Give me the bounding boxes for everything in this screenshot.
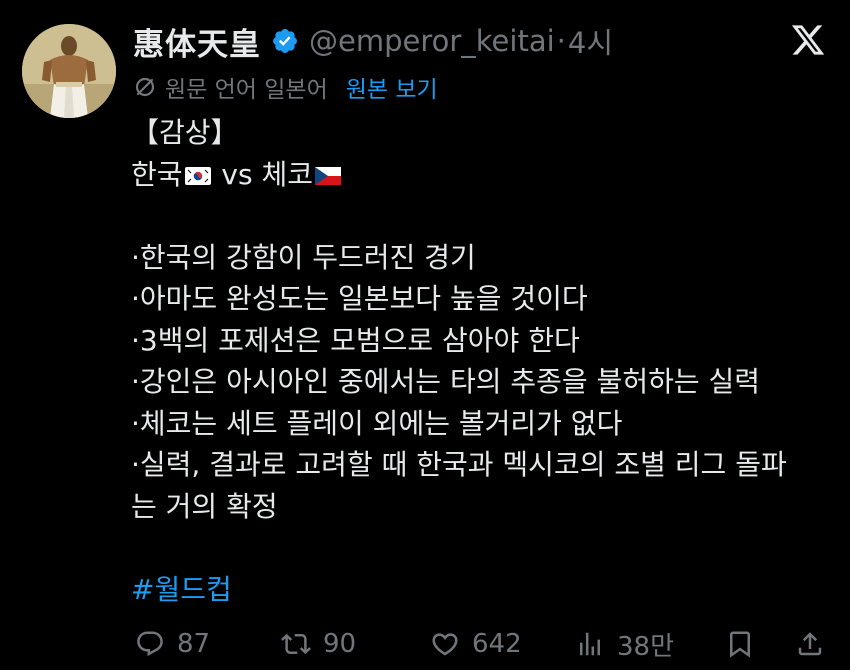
post-header: 惠体天皇 @emperor_keitai · 4시 [133,16,613,66]
x-logo-icon[interactable] [790,22,826,58]
team-czechia: 체코 [261,157,314,191]
show-original-link[interactable]: 원본 보기 [346,70,438,104]
repost-button[interactable]: 90 [281,622,356,666]
post-timestamp[interactable]: 4시 [568,20,613,62]
reply-icon [137,631,163,657]
body-line-matchup: 한국 vs 체코 [131,154,831,196]
share-button[interactable] [795,622,825,666]
views-chart-icon [580,632,600,656]
reply-button[interactable]: 87 [135,622,210,666]
like-count: 642 [472,629,522,659]
body-line: 는 거의 확정 [131,489,278,523]
body-line: ·강인은 아시아인 중에서는 타의 추종을 불허하는 실력 [131,365,761,398]
czech-flag-icon [315,155,342,185]
translate-icon [133,75,157,99]
body-line: ·한국의 강함이 두드러진 경기 [131,240,476,274]
action-bar: 87 90 642 38만 [135,622,835,666]
hashtag-worldcup-link[interactable]: #월드컵 [131,573,232,606]
body-line: 【감상】 [131,116,239,149]
repost-icon [281,633,311,655]
vs-text: vs [212,157,262,191]
share-icon [798,632,822,656]
verified-badge-icon [271,27,299,55]
translation-language-label: 원문 언어 일본어 [165,77,328,103]
body-line: ·3백의 포제션은 모범으로 삼아야 한다 [131,323,580,357]
heart-icon [432,633,458,656]
reply-count: 87 [177,629,211,659]
like-button[interactable]: 642 [430,622,522,666]
views-button[interactable]: 38만 [575,622,674,666]
body-line: ·실력, 결과로 고려할 때 한국과 멕시코의 조별 리그 돌파 [131,448,787,481]
repost-count: 90 [323,629,357,659]
post-body: 【감상】 한국 vs 체코 ·한국의 강함이 두드러진 경기 ·아마도 완성도는… [131,112,831,610]
body-line: ·체코는 세트 플레이 외에는 볼거리가 없다 [131,406,623,440]
translation-notice: 원문 언어 일본어 원본 보기 [133,70,438,104]
separator-dot: · [556,24,566,58]
bookmark-icon [730,631,750,658]
team-korea: 한국 [131,157,183,191]
view-count: 38만 [617,631,675,662]
bookmark-button[interactable] [725,622,755,666]
avatar[interactable] [22,24,116,118]
avatar-emperor-portrait [22,24,116,118]
author-display-name[interactable]: 惠体天皇 [133,19,261,64]
body-line: ·아마도 완성도는 일본보다 높을 것이다 [131,282,588,315]
korea-flag-icon [184,155,211,185]
author-handle[interactable]: @emperor_keitai [309,24,555,58]
